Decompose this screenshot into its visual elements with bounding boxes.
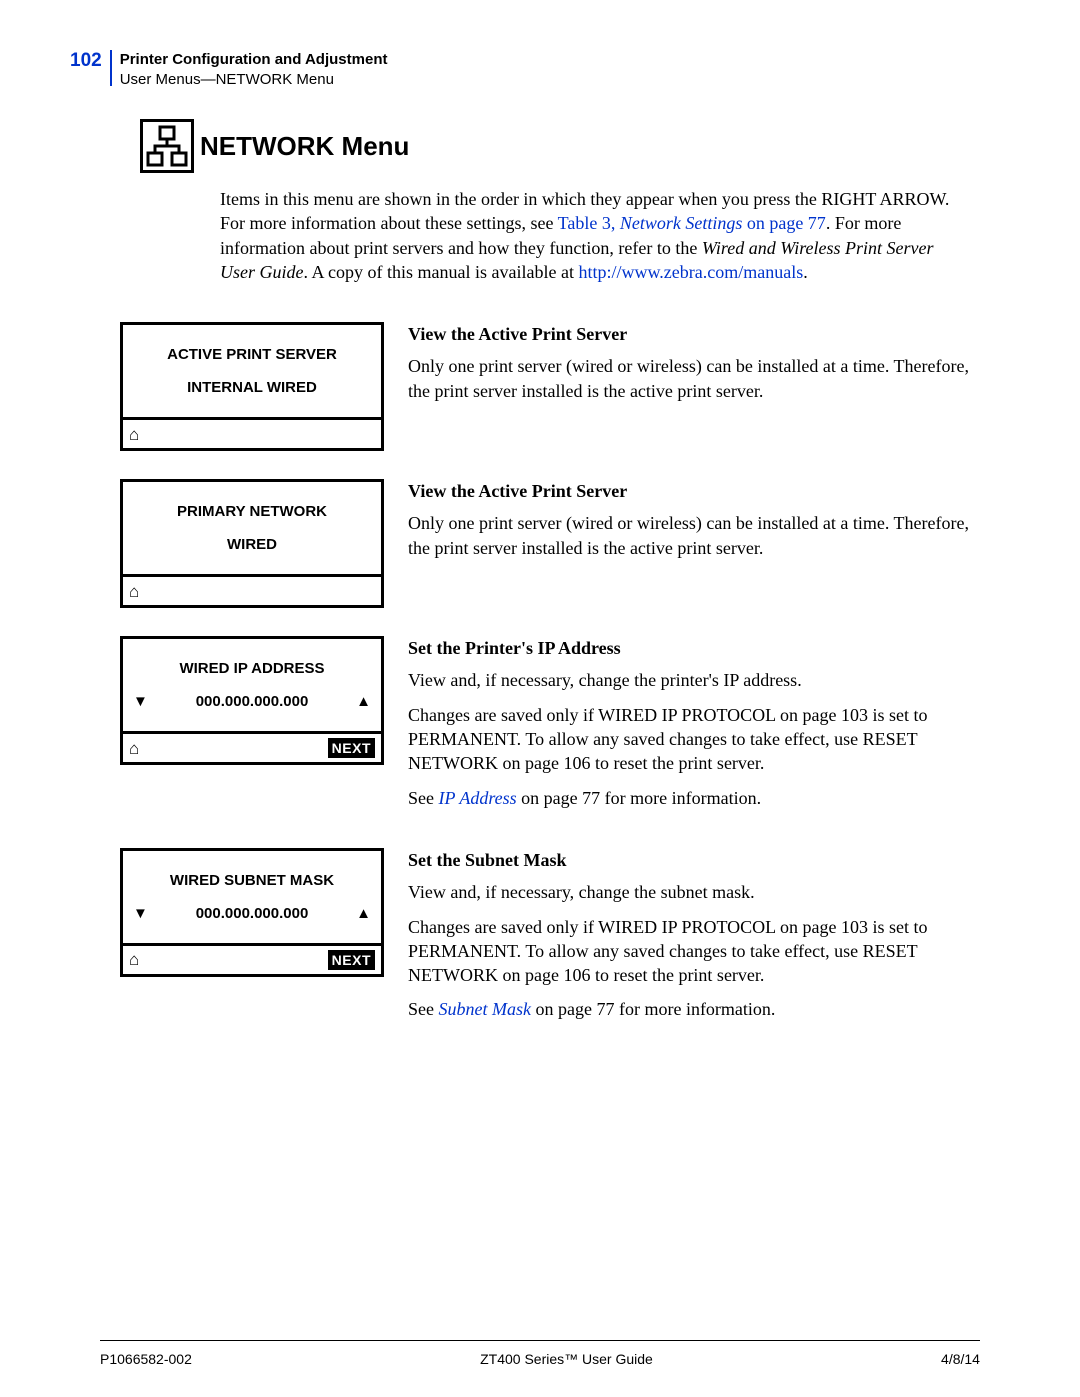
entry-text: Changes are saved only if WIRED IP PROTO… [408,703,980,776]
lcd-value: WIRED [227,536,277,553]
entry-text: View and, if necessary, change the print… [408,668,980,692]
entry-text: View and, if necessary, change the subne… [408,880,980,904]
footer-docid: P1066582-002 [100,1351,192,1367]
link-ip-address[interactable]: IP Address on page 77 [439,788,601,808]
lcd-title: WIRED SUBNET MASK [170,872,334,889]
lcd-value: 000.000.000.000 [196,693,309,710]
up-arrow-icon[interactable]: ▲ [356,694,371,709]
entry-title: Set the Printer's IP Address [408,636,980,660]
entry-text: See IP Address on page 77 for more infor… [408,786,980,810]
home-icon: ⌂ [129,740,139,757]
lcd-title: PRIMARY NETWORK [177,503,327,520]
home-icon: ⌂ [129,951,139,968]
section-path: User Menus—NETWORK Menu [120,70,388,90]
link-subnet-mask[interactable]: Subnet Mask on page 77 [439,999,615,1019]
next-button[interactable]: NEXT [328,738,375,758]
entry-title: View the Active Print Server [408,479,980,503]
lcd-title: ACTIVE PRINT SERVER [167,346,337,363]
link-zebra-manuals[interactable]: http://www.zebra.com/manuals [578,262,803,282]
entry-text: Only one print server (wired or wireless… [408,511,980,560]
header-divider [110,50,112,86]
footer-title: ZT400 Series™ User Guide [480,1351,653,1367]
network-icon [140,119,194,173]
link-wired-ip-protocol[interactable]: WIRED IP PROTOCOL on page 103 [598,705,868,725]
entry-text: Changes are saved only if WIRED IP PROTO… [408,915,980,988]
entry-text: Only one print server (wired or wireless… [408,354,980,403]
next-button[interactable]: NEXT [328,950,375,970]
lcd-panel: WIRED SUBNET MASK ▼ 000.000.000.000 ▲ ⌂ … [120,848,384,977]
menu-entry: PRIMARY NETWORK WIRED ⌂ View the Active … [120,479,980,608]
down-arrow-icon[interactable]: ▼ [133,694,148,709]
section-title: NETWORK Menu [200,131,409,162]
page-header: 102 Printer Configuration and Adjustment… [70,50,980,89]
chapter-title: Printer Configuration and Adjustment [120,50,388,70]
footer-rule [100,1340,980,1341]
link-table3[interactable]: Table 3, Network Settings on page 77 [558,213,826,233]
lcd-panel: ACTIVE PRINT SERVER INTERNAL WIRED ⌂ [120,322,384,451]
entry-title: View the Active Print Server [408,322,980,346]
lcd-panel: WIRED IP ADDRESS ▼ 000.000.000.000 ▲ ⌂ N… [120,636,384,765]
menu-entry: WIRED SUBNET MASK ▼ 000.000.000.000 ▲ ⌂ … [120,848,980,1032]
menu-entry: WIRED IP ADDRESS ▼ 000.000.000.000 ▲ ⌂ N… [120,636,980,820]
lcd-value: INTERNAL WIRED [187,379,317,396]
home-icon: ⌂ [129,583,139,600]
lcd-value: 000.000.000.000 [196,905,309,922]
up-arrow-icon[interactable]: ▲ [356,906,371,921]
menu-entry: ACTIVE PRINT SERVER INTERNAL WIRED ⌂ Vie… [120,322,980,451]
down-arrow-icon[interactable]: ▼ [133,906,148,921]
page-number: 102 [70,50,102,72]
page-footer: P1066582-002 ZT400 Series™ User Guide 4/… [100,1351,980,1367]
lcd-panel: PRIMARY NETWORK WIRED ⌂ [120,479,384,608]
home-icon: ⌂ [129,426,139,443]
intro-paragraph: Items in this menu are shown in the orde… [220,187,970,284]
link-wired-ip-protocol[interactable]: WIRED IP PROTOCOL on page 103 [598,917,868,937]
entry-title: Set the Subnet Mask [408,848,980,872]
lcd-title: WIRED IP ADDRESS [179,660,324,677]
entry-text: See Subnet Mask on page 77 for more info… [408,997,980,1021]
footer-date: 4/8/14 [941,1351,980,1367]
